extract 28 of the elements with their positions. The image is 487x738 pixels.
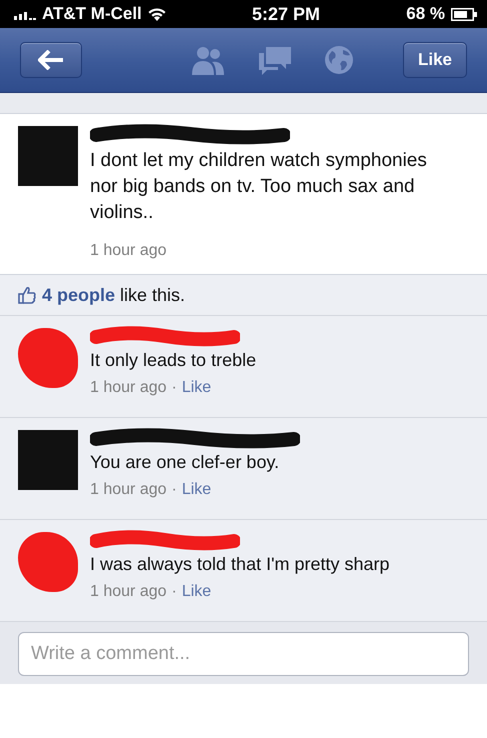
post-text: I dont let my children watch symphonies nor big bands on tv. Too much sax and violins.. (90, 149, 428, 225)
separator-dot: · (172, 379, 177, 397)
comment-field[interactable]: Write a comment... (18, 632, 469, 676)
status-time: 5:27 PM (252, 4, 320, 24)
globe-icon[interactable] (324, 45, 354, 75)
separator-dot: · (172, 481, 177, 499)
comment-text: You are one clef-er boy. (90, 452, 280, 473)
carrier-name: AT&T M-Cell (42, 4, 142, 24)
back-button[interactable] (20, 42, 82, 78)
separator-dot: · (172, 583, 177, 601)
wifi-icon (148, 8, 166, 20)
friends-icon[interactable] (190, 45, 226, 75)
comment-time: 1 hour ago (90, 379, 167, 397)
likes-text: 4 people like this. (42, 284, 186, 306)
post-time: 1 hour ago (90, 242, 168, 260)
battery-percent: 68 % (406, 4, 445, 24)
like-button[interactable]: Like (402, 42, 467, 78)
thumbs-up-icon (18, 286, 36, 304)
comment-text: It only leads to treble (90, 350, 258, 371)
like-link[interactable]: Like (182, 583, 212, 601)
battery-icon (450, 8, 477, 20)
comment-time: 1 hour ago (90, 583, 167, 601)
like-link[interactable]: Like (182, 481, 212, 499)
messages-icon[interactable] (258, 45, 292, 75)
like-link[interactable]: Like (182, 379, 212, 397)
left-arrow-icon (38, 50, 64, 70)
comment-time: 1 hour ago (90, 481, 167, 499)
comment-text: I was always told that I'm pretty sharp (90, 554, 391, 575)
